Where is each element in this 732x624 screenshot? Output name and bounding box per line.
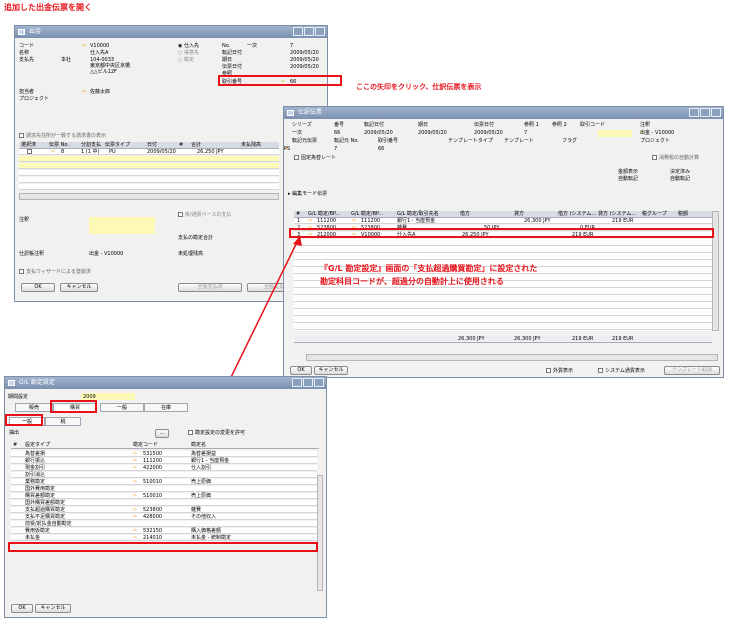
- ok-button[interactable]: OK: [11, 604, 33, 613]
- gl-setting-type: 費用仮勘定: [25, 528, 51, 534]
- period-label: 期間設定: [8, 394, 29, 400]
- gl-account-code[interactable]: 510010: [143, 493, 162, 499]
- highlight-general-subtab: [5, 414, 43, 426]
- gl-account-code[interactable]: 531500: [143, 451, 162, 457]
- gl-row[interactable]: 銀行振込 ⇨ 111200 銀行1 - 当座預金: [11, 458, 317, 464]
- highlight-overpayment-row: [8, 542, 318, 552]
- allow-change-check[interactable]: 勘定設定の変更を許可: [188, 430, 245, 436]
- gl-title-bar: G/L 勘定設定: [5, 377, 326, 389]
- gl-row[interactable]: 現金割引 ⇨ 422000 仕入割引: [11, 465, 317, 471]
- window-icon: [8, 380, 15, 386]
- gl-account-code[interactable]: 214010: [143, 535, 162, 541]
- gl-account-name: 為替差損益: [191, 451, 217, 457]
- tab-inventory[interactable]: 在庫: [144, 403, 188, 412]
- gl-account-code[interactable]: 532150: [143, 528, 162, 534]
- gl-row[interactable]: 支払超過購買勘定 ⇨ 523800 雑費: [11, 507, 317, 513]
- gl-vscroll[interactable]: [317, 475, 323, 591]
- highlight-purchasing-tab: [50, 400, 97, 413]
- filter-label: 抽出: [9, 430, 20, 436]
- gl-setting-type: 業務勘定: [25, 479, 46, 485]
- gl-grid-header: # 設定タイプ 勘定コード 勘定名: [11, 442, 319, 449]
- gl-row[interactable]: 業務勘定 ⇨ 510010 売上原価: [11, 479, 317, 485]
- gl-account-name: 雑費: [191, 507, 202, 513]
- gl-setting-type: 現金割引: [25, 465, 46, 471]
- tab-general[interactable]: 一般: [100, 403, 144, 412]
- gl-row[interactable]: 購買差額勘定 ⇨ 510010 売上原価: [11, 493, 317, 499]
- gl-setting-type: 支払不足購買勘定: [25, 514, 66, 520]
- maximize-button[interactable]: [303, 378, 313, 387]
- gl-row[interactable]: 未払金 ⇨ 214010 未払金 - 統制勘定: [11, 535, 317, 541]
- gl-row[interactable]: 費用仮勘定 ⇨ 532150 購入価格差額: [11, 528, 317, 534]
- gl-setting-type: 為替差損: [25, 451, 46, 457]
- gl-account-code[interactable]: 111200: [143, 458, 162, 464]
- gl-account-name: 仕入割引: [191, 465, 212, 471]
- gl-row[interactable]: 国外購買差額勘定: [11, 500, 317, 506]
- gl-account-name: その他収入: [191, 514, 217, 520]
- gl-setting-type: 銀行振込: [25, 458, 46, 464]
- gl-setting-type: 支払超過購買勘定: [25, 507, 66, 513]
- gl-setting-type: 国外購買差額勘定: [25, 500, 66, 506]
- cancel-button[interactable]: キャンセル: [35, 604, 71, 613]
- tab-sales[interactable]: 販売: [15, 403, 53, 412]
- gl-account-code[interactable]: 422000: [143, 465, 162, 471]
- gl-account-code[interactable]: 510010: [143, 479, 162, 485]
- gl-title: G/L 勘定設定: [19, 379, 55, 386]
- gl-setting-type: 割引消込: [25, 472, 46, 478]
- gl-setting-type: 購買差額勘定: [25, 493, 56, 499]
- minimize-button[interactable]: [292, 378, 302, 387]
- gl-account-name: 売上原価: [191, 493, 212, 499]
- gl-account-code[interactable]: 523800: [143, 507, 162, 513]
- gl-setting-type: 未払金: [25, 535, 41, 541]
- gl-row[interactable]: 前受/前払金自動勘定: [11, 521, 317, 527]
- gl-account-name: 売上原価: [191, 479, 212, 485]
- gl-setting-type: 国外費用勘定: [25, 486, 56, 492]
- gl-row[interactable]: 国外費用勘定: [11, 486, 317, 492]
- gl-account-name: 購入価格差額: [191, 528, 222, 534]
- gl-setting-type: 前受/前払金自動勘定: [25, 521, 72, 527]
- gl-account-name: 銀行1 - 当座預金: [191, 458, 230, 464]
- gl-row[interactable]: 支払不足購買勘定 ⇨ 428000 その他収入: [11, 514, 317, 520]
- subtab-tax[interactable]: 税: [45, 417, 81, 426]
- gl-account-code[interactable]: 428000: [143, 514, 162, 520]
- filter-button[interactable]: …: [155, 429, 169, 438]
- gl-account-name: 未払金 - 統制勘定: [191, 535, 231, 541]
- gl-row[interactable]: 割引消込: [11, 472, 317, 478]
- close-button[interactable]: [314, 378, 324, 387]
- gl-row[interactable]: 為替差損 ⇨ 531500 為替差損益: [11, 451, 317, 457]
